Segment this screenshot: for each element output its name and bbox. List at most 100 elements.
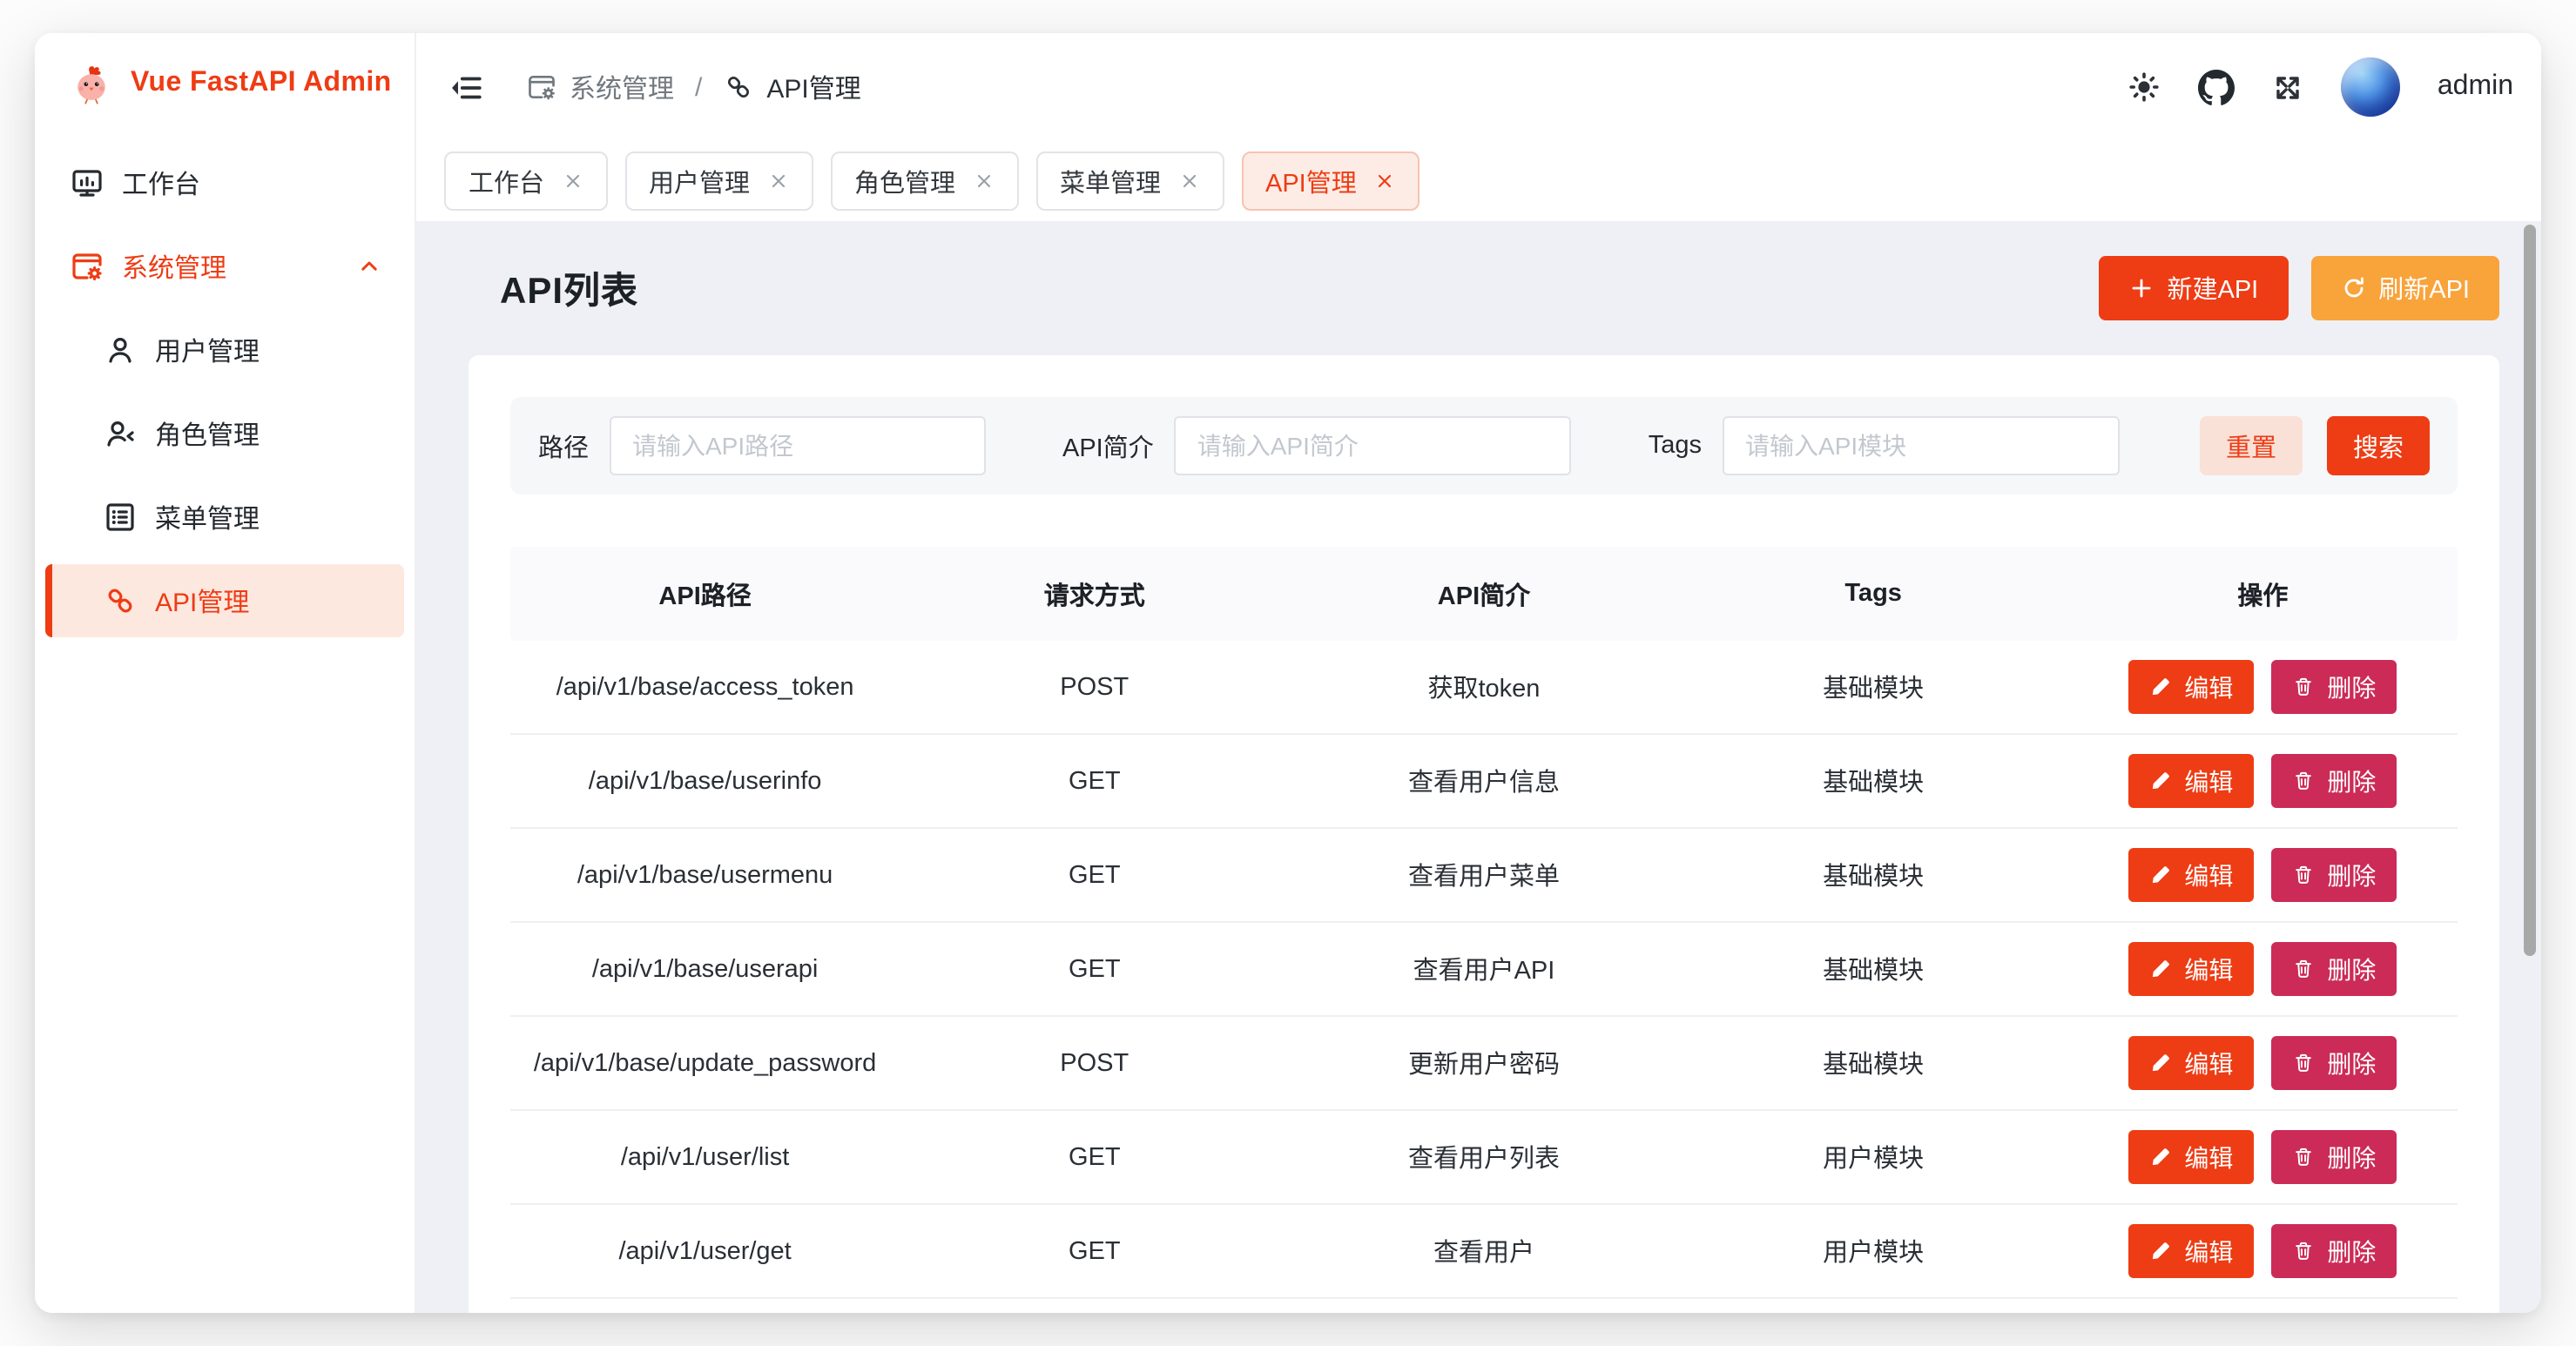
pencil-icon [2149, 770, 2172, 792]
breadcrumb-parent-label: 系统管理 [570, 69, 674, 105]
breadcrumb: 系统管理 / API管理 [526, 69, 861, 105]
username[interactable]: admin [2438, 71, 2513, 103]
edit-button[interactable]: 编辑 [2128, 1036, 2254, 1090]
new-api-button[interactable]: 新建API [2100, 256, 2289, 320]
sidebar-item-users[interactable]: 用户管理 [45, 313, 404, 387]
cell-path: /api/v1/base/access_token [510, 673, 900, 701]
plug-icon [103, 583, 138, 618]
chevron-up-icon [355, 252, 383, 280]
sidebar-item-api[interactable]: API管理 [45, 564, 404, 637]
user-icon [103, 333, 138, 367]
column-header-method: 请求方式 [900, 575, 1289, 612]
fullscreen-icon[interactable] [2272, 71, 2305, 104]
window-gear-icon [526, 71, 557, 103]
trash-icon [2292, 958, 2315, 980]
breadcrumb-parent[interactable]: 系统管理 [526, 69, 674, 105]
trash-icon [2292, 864, 2315, 886]
scrollbar-thumb[interactable] [2524, 225, 2536, 956]
edit-button[interactable]: 编辑 [2128, 942, 2254, 996]
plug-icon [723, 71, 754, 103]
tab[interactable]: 菜单管理 [1035, 151, 1224, 211]
cell-path: /api/v1/base/update_password [510, 1049, 900, 1077]
user-role-icon [103, 416, 138, 451]
brand-title: Vue FastAPI Admin [131, 67, 392, 98]
edit-button[interactable]: 编辑 [2128, 1130, 2254, 1184]
refresh-api-button[interactable]: 刷新API [2310, 256, 2499, 320]
trash-icon [2292, 1052, 2315, 1074]
refresh-api-label: 刷新API [2378, 270, 2470, 306]
theme-toggle-sun-icon[interactable] [2128, 70, 2162, 104]
delete-button[interactable]: 删除 [2271, 848, 2397, 902]
cell-path: /api/v1/user/list [510, 1143, 900, 1171]
delete-label: 删除 [2327, 670, 2376, 704]
reset-button[interactable]: 重置 [2200, 416, 2303, 475]
cell-method: GET [900, 955, 1289, 983]
cell-method: GET [900, 1143, 1289, 1171]
delete-label: 删除 [2327, 1234, 2376, 1269]
sidebar-item-system[interactable]: 系统管理 [45, 230, 404, 303]
delete-button[interactable]: 删除 [2271, 942, 2397, 996]
delete-button[interactable]: 删除 [2271, 754, 2397, 808]
sidebar-item-menus[interactable]: 菜单管理 [45, 481, 404, 554]
pencil-icon [2149, 1240, 2172, 1262]
close-icon[interactable] [767, 171, 788, 192]
cell-summary: 查看用户 [1289, 1233, 1678, 1269]
github-icon[interactable] [2199, 69, 2235, 105]
search-label: 搜索 [2353, 427, 2404, 464]
tab-bar: 工作台 用户管理 [416, 141, 2541, 221]
table-header-row: API路径 请求方式 API简介 Tags 操作 [510, 547, 2458, 641]
breadcrumb-current-label: API管理 [766, 69, 860, 105]
sidebar-collapse-icon[interactable] [448, 69, 484, 105]
path-input[interactable] [610, 416, 986, 475]
cell-summary: 查看用户API [1289, 951, 1678, 987]
sidebar-item-roles[interactable]: 角色管理 [45, 397, 404, 470]
cell-summary: 查看用户信息 [1289, 763, 1678, 799]
edit-button[interactable]: 编辑 [2128, 1224, 2254, 1278]
close-icon[interactable] [562, 171, 583, 192]
breadcrumb-separator: / [695, 72, 702, 102]
edit-button[interactable]: 编辑 [2128, 660, 2254, 714]
sidebar-item-workbench[interactable]: 工作台 [45, 146, 404, 219]
delete-label: 删除 [2327, 858, 2376, 892]
tab-label: 角色管理 [854, 163, 955, 199]
summary-input[interactable] [1175, 416, 1572, 475]
tags-input[interactable] [1723, 416, 2120, 475]
pencil-icon [2149, 1146, 2172, 1168]
column-header-path: API路径 [510, 575, 900, 612]
filter-tags-group: Tags [1649, 416, 2120, 475]
close-icon[interactable] [1374, 171, 1395, 192]
cell-method: POST [900, 1049, 1289, 1077]
delete-button[interactable]: 删除 [2271, 660, 2397, 714]
tab[interactable]: API管理 [1241, 151, 1419, 211]
cell-tags: 基础模块 [1679, 857, 2068, 893]
edit-button[interactable]: 编辑 [2128, 848, 2254, 902]
sidebar-item-label: 工作台 [122, 165, 200, 201]
delete-button[interactable]: 删除 [2271, 1036, 2397, 1090]
delete-button[interactable]: 删除 [2271, 1224, 2397, 1278]
edit-label: 编辑 [2184, 952, 2233, 986]
breadcrumb-current[interactable]: API管理 [723, 69, 860, 105]
close-icon[interactable] [1178, 171, 1199, 192]
search-button[interactable]: 搜索 [2327, 416, 2430, 475]
cell-method: GET [900, 861, 1289, 889]
sidebar-item-label: 用户管理 [155, 332, 260, 368]
delete-label: 删除 [2327, 1046, 2376, 1080]
brand-logo[interactable]: Vue FastAPI Admin [35, 33, 415, 106]
cell-tags: 基础模块 [1679, 951, 2068, 987]
filter-bar: 路径 API简介 Tags 重置 [510, 397, 2458, 495]
tab[interactable]: 用户管理 [624, 151, 813, 211]
close-icon[interactable] [973, 171, 994, 192]
top-header: 系统管理 / API管理 [416, 33, 2541, 141]
column-header-tags: Tags [1679, 580, 2068, 608]
tab[interactable]: 工作台 [444, 151, 607, 211]
table-body: /api/v1/base/access_token POST 获取token 基… [510, 641, 2458, 1299]
edit-button[interactable]: 编辑 [2128, 754, 2254, 808]
cell-summary: 获取token [1289, 669, 1678, 705]
cell-path: /api/v1/base/usermenu [510, 861, 900, 889]
table-row: /api/v1/user/list GET 查看用户列表 用户模块 [510, 1111, 2458, 1205]
user-avatar[interactable] [2342, 57, 2401, 117]
delete-button[interactable]: 删除 [2271, 1130, 2397, 1184]
edit-label: 编辑 [2184, 858, 2233, 892]
refresh-icon [2340, 275, 2366, 301]
tab[interactable]: 角色管理 [830, 151, 1018, 211]
